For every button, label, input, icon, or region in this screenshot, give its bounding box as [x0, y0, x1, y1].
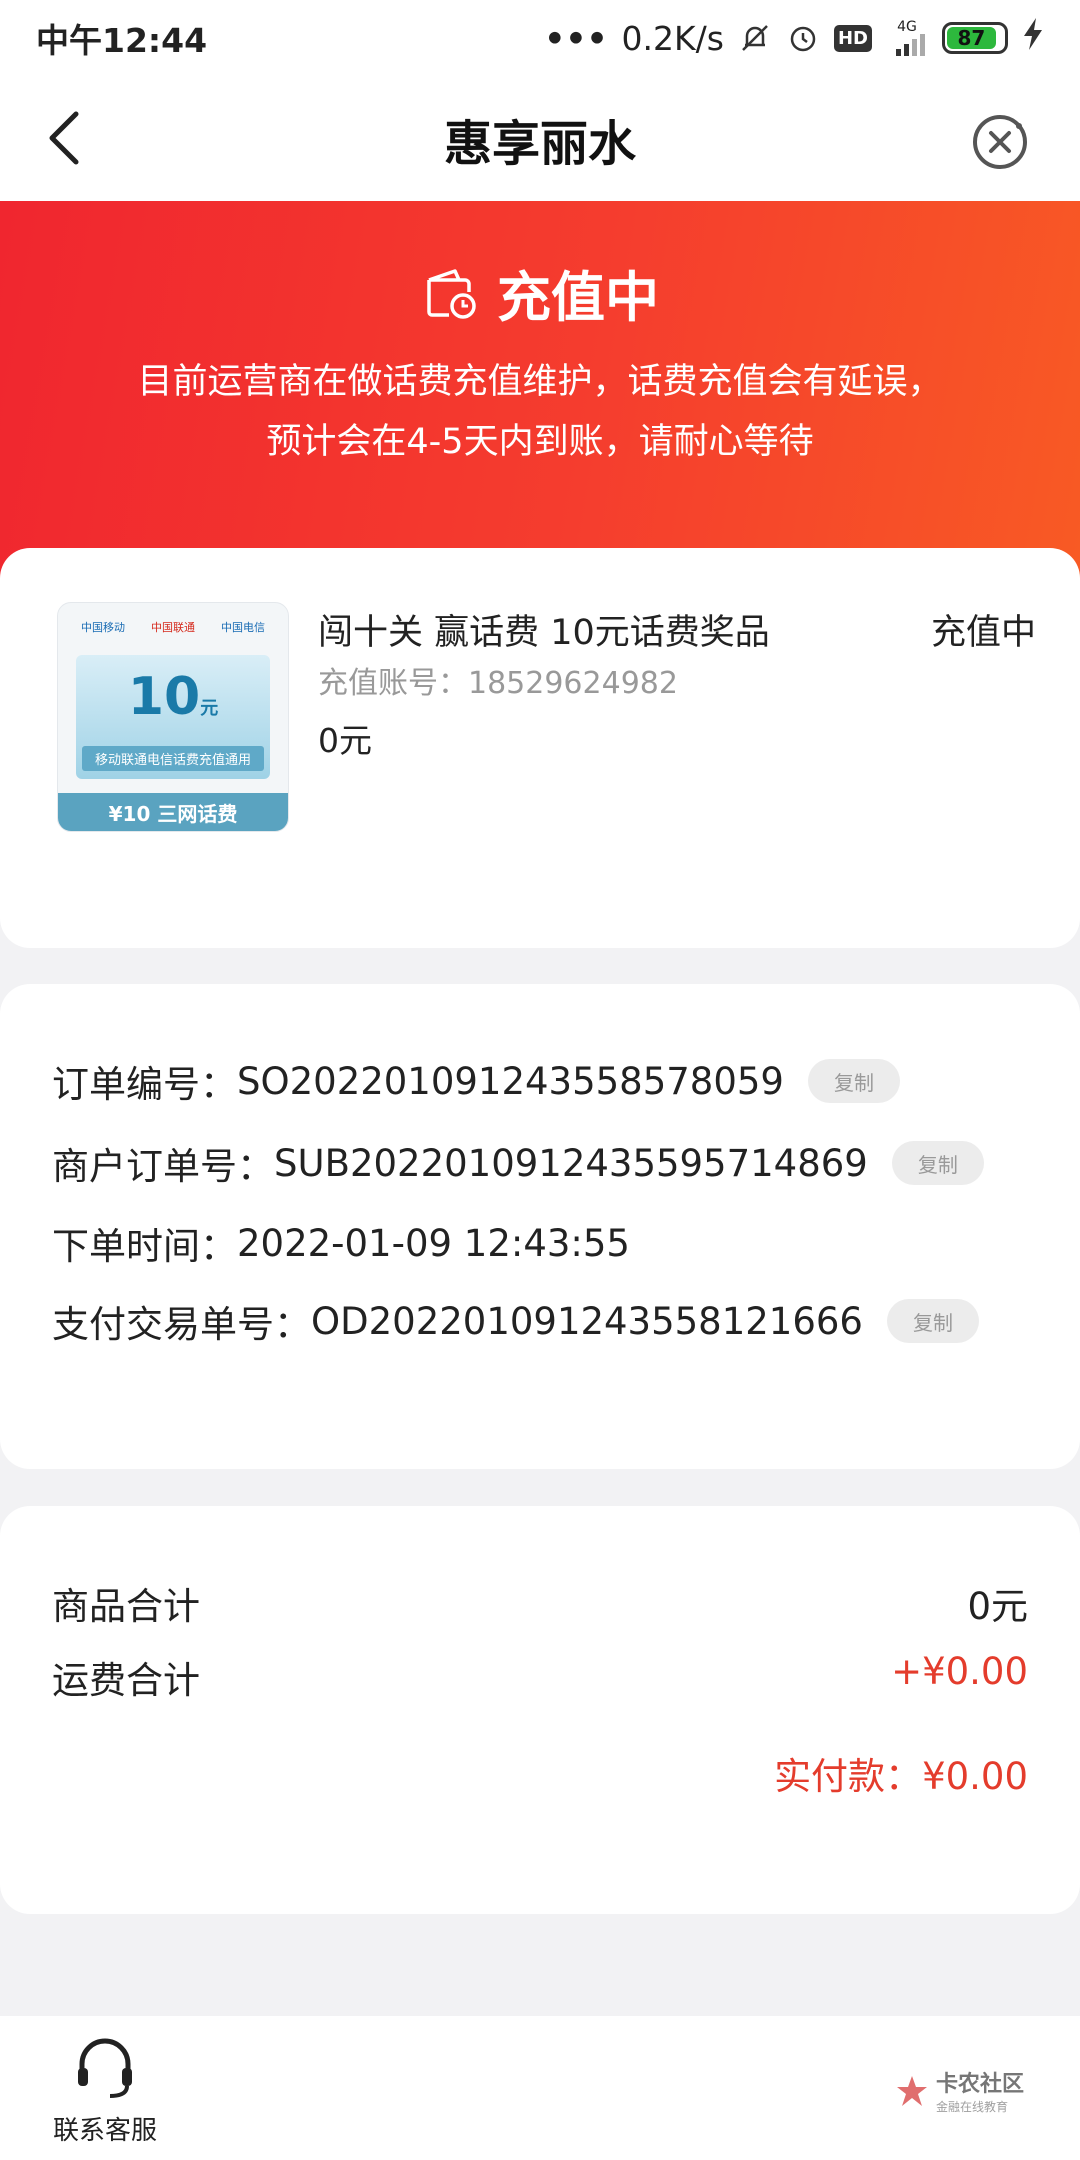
amount-paid-value: ¥0.00 — [922, 1755, 1028, 1798]
status-banner: 充值中 目前运营商在做话费充值维护，话费充值会有延误， 预计会在4-5天内到账，… — [0, 201, 1080, 581]
mute-bell-icon — [738, 21, 772, 55]
amount-paid: 实付款：¥0.00 — [774, 1746, 1028, 1800]
status-message: 目前运营商在做话费充值维护，话费充值会有延误， 预计会在4-5天内到账，请耐心等… — [0, 352, 1080, 472]
payment-summary-card: 商品合计 0元 运费合计 +¥0.00 实付款：¥0.00 — [0, 1506, 1080, 1914]
thumbnail-footer: ¥10 三网话费 — [58, 793, 288, 831]
merchant-order-value: SUB2022010912435595714869 — [274, 1141, 868, 1185]
more-dots-icon: ••• — [544, 18, 608, 58]
china-telecom-logo: 中国电信 — [221, 621, 265, 634]
thumbnail-amount: 10元 — [76, 667, 270, 727]
order-number-row: 订单编号： SO2022010912435585780​59 复制 — [52, 1054, 900, 1108]
order-number-value: SO2022010912435585780​59 — [237, 1059, 784, 1103]
product-card[interactable]: 中国移动 中国联通 中国电信 10元 移动联通电信话费充值通用 ¥10 三网话费… — [0, 548, 1080, 948]
goods-total-value: 0元 — [967, 1585, 1028, 1628]
watermark-logo-icon — [896, 2075, 927, 2106]
order-number-label: 订单编号： — [52, 1063, 237, 1106]
status-icons: ••• 0.2K/s HD 4G 87 — [544, 18, 1044, 58]
network-type: 4G — [897, 19, 917, 35]
recharge-account-label: 充值账号： — [318, 666, 468, 701]
goods-total-label: 商品合计 — [52, 1585, 200, 1628]
watermark-subtitle: 金融在线教育 — [935, 2100, 1008, 2114]
hd-icon: HD — [833, 24, 872, 52]
copy-order-number-button[interactable]: 复制 — [807, 1059, 900, 1103]
bottom-bar: 联系客服 卡农社区 金融在线教育 — [0, 2016, 1080, 2160]
shipping-total-value: +¥0.00 — [891, 1650, 1028, 1693]
product-status: 充值中 — [930, 613, 1036, 653]
china-mobile-logo: 中国移动 — [81, 621, 125, 634]
status-row: 充值中 — [0, 253, 1080, 332]
page-title: 惠享丽水 — [443, 115, 636, 172]
status-bar: 中午12:44 ••• 0.2K/s HD 4G 87 — [0, 0, 1080, 76]
battery-level: 87 — [947, 26, 996, 50]
payment-number-value: OD2022010912435581216​66 — [311, 1299, 863, 1343]
nav-bar: 惠享丽水 — [0, 76, 1080, 201]
recharge-account: 充值账号：18529624982 — [318, 658, 678, 702]
chevron-left-icon — [49, 111, 79, 165]
close-button[interactable] — [970, 112, 1030, 172]
status-message-line2: 预计会在4-5天内到账，请耐心等待 — [266, 422, 814, 462]
customer-service-label: 联系客服 — [52, 2116, 157, 2146]
product-title: 闯十关 赢话费 10元话费奖品 — [318, 613, 770, 653]
amount-paid-label: 实付款： — [774, 1755, 923, 1798]
watermark: 卡农社区 金融在线教育 — [894, 2066, 1024, 2115]
back-button[interactable] — [40, 106, 100, 170]
copy-merchant-order-button[interactable]: 复制 — [891, 1141, 984, 1185]
thumbnail-subtitle: 移动联通电信话费充值通用 — [82, 746, 264, 771]
merchant-order-row: 商户订单号： SUB2022010912435595714869 复制 — [52, 1136, 984, 1190]
close-circle-icon — [973, 115, 1027, 169]
thumbnail-amount-unit: 元 — [200, 698, 219, 719]
watermark-text: 卡农社区 金融在线教育 — [936, 2066, 1024, 2115]
recharge-status: 充值中 — [497, 266, 659, 329]
china-unicom-logo: 中国联通 — [151, 621, 195, 634]
thumbnail-card: 10元 移动联通电信话费充值通用 — [76, 655, 270, 779]
carrier-logos: 中国移动 中国联通 中国电信 — [58, 609, 288, 645]
payment-number-row: 支付交易单号： OD2022010912435581216​66 复制 — [52, 1294, 979, 1348]
charging-icon — [1022, 18, 1044, 58]
recharge-account-value: 18529624982 — [468, 666, 678, 701]
thumbnail-amount-value: 10 — [127, 667, 201, 727]
watermark-title: 卡农社区 — [935, 2072, 1024, 2097]
headset-icon — [78, 2038, 132, 2098]
network-speed: 0.2K/s — [621, 18, 724, 58]
status-message-line1: 目前运营商在做话费充值维护，话费充值会有延误， — [137, 362, 943, 402]
alarm-icon — [786, 21, 820, 55]
merchant-order-label: 商户订单号： — [52, 1145, 274, 1188]
status-time: 中午12:44 — [36, 21, 208, 60]
copy-payment-number-button[interactable]: 复制 — [886, 1299, 979, 1343]
order-time-row: 下单时间： 2022-01-09 12:43:55 — [52, 1216, 630, 1270]
order-time-label: 下单时间： — [52, 1225, 237, 1268]
product-thumbnail: 中国移动 中国联通 中国电信 10元 移动联通电信话费充值通用 ¥10 三网话费 — [57, 602, 289, 832]
customer-service-button[interactable]: 联系客服 — [50, 2032, 160, 2147]
shipping-total-label: 运费合计 — [52, 1659, 200, 1702]
order-time-value: 2022-01-09 12:43:55 — [237, 1221, 630, 1265]
battery-icon: 87 — [942, 22, 1008, 54]
order-info-card: 订单编号： SO2022010912435585780​59 复制 商户订单号：… — [0, 984, 1080, 1469]
payment-number-label: 支付交易单号： — [52, 1303, 311, 1346]
product-price: 0元 — [318, 721, 372, 760]
signal-icon: 4G — [886, 20, 928, 56]
wallet-clock-icon — [427, 268, 476, 319]
